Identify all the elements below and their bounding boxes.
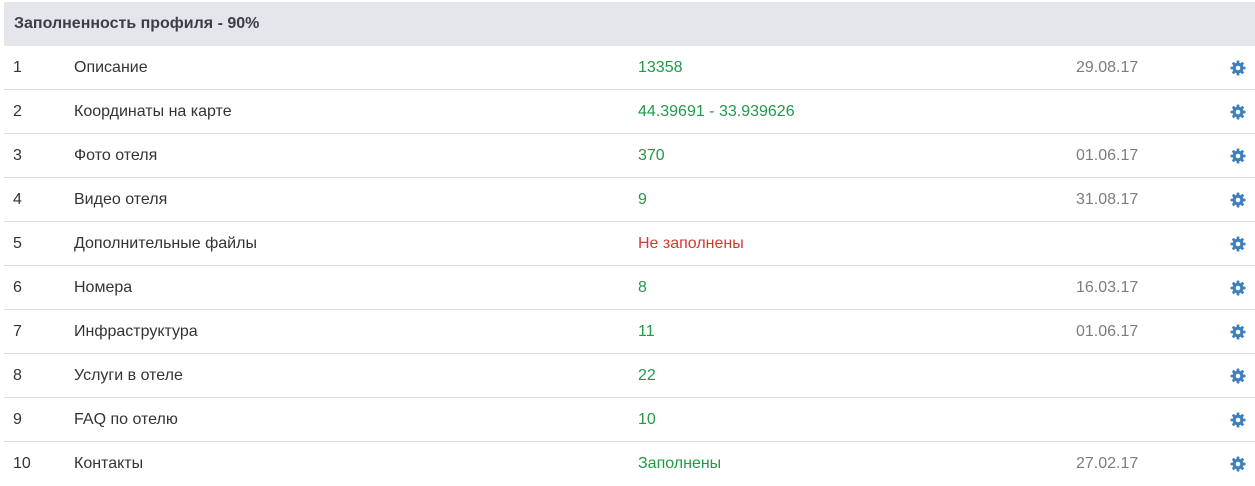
profile-section-list: 1 Описание 13358 29.08.17 2 Координаты на кар… (4, 46, 1255, 486)
gear-icon[interactable] (1228, 310, 1248, 353)
profile-completeness-panel: Заполненность профиля - 90% 1 Описание 133… (4, 2, 1255, 486)
section-value: 9 (638, 191, 647, 208)
row-number: 3 (13, 147, 22, 164)
section-name: Видео отеля (74, 191, 168, 208)
table-row: 4 Видео отеля 9 31.08.17 (4, 178, 1255, 222)
row-number: 2 (13, 103, 22, 120)
gear-icon[interactable] (1228, 266, 1248, 309)
gear-icon[interactable] (1228, 442, 1248, 485)
section-name: Номера (74, 279, 133, 296)
panel-title: Заполненность профиля - 90% (14, 15, 260, 32)
row-number: 1 (13, 59, 22, 76)
table-row: 9 FAQ по отелю 10 (4, 398, 1255, 442)
gear-icon[interactable] (1228, 222, 1248, 265)
section-name: Фото отеля (74, 147, 158, 164)
section-value: 8 (638, 279, 647, 296)
row-number: 8 (13, 367, 22, 384)
section-value: Не заполнены (638, 235, 744, 252)
table-row: 6 Номера 8 16.03.17 (4, 266, 1255, 310)
section-name: Контакты (74, 455, 144, 472)
table-row: 7 Инфраструктура 11 01.06.17 (4, 310, 1255, 354)
panel-header: Заполненность профиля - 90% (4, 2, 1255, 46)
section-name: Услуги в отеле (74, 367, 183, 384)
updated-date: 27.02.17 (1076, 455, 1139, 472)
updated-date: 16.03.17 (1076, 279, 1139, 296)
updated-date: 29.08.17 (1076, 59, 1139, 76)
gear-icon[interactable] (1228, 46, 1248, 89)
section-name: Координаты на карте (74, 103, 232, 120)
section-value: 370 (638, 147, 665, 164)
table-row: 8 Услуги в отеле 22 (4, 354, 1255, 398)
section-value: 13358 (638, 59, 683, 76)
table-row: 10 Контакты Заполнены 27.02.17 (4, 442, 1255, 486)
table-row: 2 Координаты на карте 44.39691 - 33.939626 (4, 90, 1255, 134)
section-value: 44.39691 - 33.939626 (638, 103, 795, 120)
section-value: Заполнены (638, 455, 722, 472)
section-value: 10 (638, 411, 656, 428)
section-value: 22 (638, 367, 656, 384)
section-name: Описание (74, 59, 148, 76)
row-number: 7 (13, 323, 22, 340)
section-value: 11 (638, 323, 655, 340)
section-name: FAQ по отелю (74, 411, 178, 428)
row-number: 5 (13, 235, 22, 252)
section-name: Инфраструктура (74, 323, 198, 340)
updated-date: 31.08.17 (1076, 191, 1139, 208)
gear-icon[interactable] (1228, 354, 1248, 397)
gear-icon[interactable] (1228, 178, 1248, 221)
row-number: 10 (13, 455, 31, 472)
updated-date: 01.06.17 (1076, 147, 1139, 164)
section-name: Дополнительные файлы (74, 235, 257, 252)
gear-icon[interactable] (1228, 90, 1248, 133)
gear-icon[interactable] (1228, 134, 1248, 177)
updated-date: 01.06.17 (1076, 323, 1139, 340)
row-number: 4 (13, 191, 22, 208)
row-number: 6 (13, 279, 22, 296)
gear-icon[interactable] (1228, 398, 1248, 441)
table-row: 1 Описание 13358 29.08.17 (4, 46, 1255, 90)
table-row: 5 Дополнительные файлы Не заполнены (4, 222, 1255, 266)
table-row: 3 Фото отеля 370 01.06.17 (4, 134, 1255, 178)
row-number: 9 (13, 411, 22, 428)
